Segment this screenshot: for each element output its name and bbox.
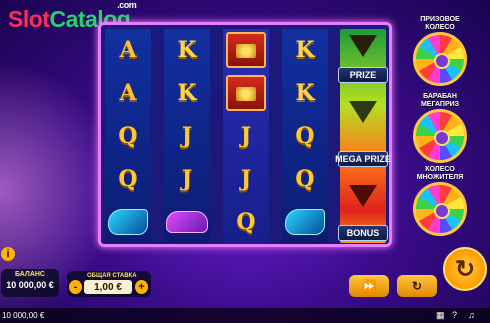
- symbol-K: K: [295, 80, 315, 106]
- symbol-K: K: [177, 80, 197, 106]
- reels-frame: AAQQKKJJJJQKKQQ PRIZE MEGA PRIZE BONUS: [98, 22, 392, 247]
- arrow-down-icon: [349, 101, 377, 123]
- sports-car-icon: [166, 211, 208, 233]
- symbol-J: J: [240, 123, 252, 149]
- bet-value: 1,00 €: [84, 280, 132, 294]
- arrow-down-icon: [349, 185, 377, 207]
- prize-label: PRIZE: [338, 67, 388, 83]
- grid-icon[interactable]: ▦: [436, 310, 445, 321]
- treasure-chest-icon: [226, 32, 266, 68]
- logo-com-text: .com: [117, 0, 137, 10]
- status-bar: 10 000,00 € ▦ ? ♫: [0, 308, 490, 323]
- autoplay-button[interactable]: ↻: [397, 275, 437, 297]
- symbol-J: J: [240, 166, 252, 192]
- balance-panel: БАЛАНС 10 000,00 €: [1, 269, 59, 297]
- bonus-label: BONUS: [338, 225, 388, 241]
- balance-label: БАЛАНС: [15, 271, 45, 278]
- sports-car-symbol: [164, 201, 210, 243]
- symbol-Q: Q: [295, 166, 315, 192]
- fast-forward-icon: ⏩: [361, 279, 377, 293]
- multiplier-wheel: КОЛЕСО МНОЖИТЕЛЯ: [410, 166, 470, 236]
- prize-wheel-icon: [413, 32, 467, 86]
- sound-icon[interactable]: ♫: [468, 310, 475, 320]
- jetski-icon: [108, 209, 148, 235]
- multiplier-wheel-label: КОЛЕСО МНОЖИТЕЛЯ: [416, 166, 464, 181]
- jetski-icon: [285, 209, 325, 235]
- bonus-reel: PRIZE MEGA PRIZE BONUS: [335, 29, 391, 243]
- treasure-chest-symbol: [223, 72, 269, 114]
- treasure-chest-symbol: [223, 29, 269, 71]
- symbol-J: J: [181, 166, 193, 192]
- symbol-K: K: [295, 37, 315, 63]
- spin-button[interactable]: ↻: [443, 247, 487, 291]
- prize-wheel: ПРИЗОВОЕ КОЛЕСО: [410, 16, 470, 86]
- megaprize-wheel-icon: [413, 109, 467, 163]
- arrow-down-icon: [349, 35, 377, 57]
- balance-value: 10 000,00 €: [6, 280, 54, 290]
- symbol-Q: Q: [118, 123, 138, 149]
- reel-2: KKJJ: [164, 29, 210, 243]
- reel-1: AAQQ: [105, 29, 151, 243]
- megaprize-wheel-label: БАРАБАН МЕГАПРИЗ: [420, 93, 460, 108]
- symbol-J: J: [181, 123, 193, 149]
- status-balance: 10 000,00 €: [2, 311, 45, 320]
- jetski-symbol: [282, 201, 328, 243]
- treasure-chest-icon: [226, 75, 266, 111]
- bet-plus-button[interactable]: +: [135, 280, 148, 294]
- reel-4: KKQQ: [282, 29, 328, 243]
- info-button[interactable]: i: [1, 247, 15, 261]
- symbol-K: K: [177, 37, 197, 63]
- prize-wheel-label: ПРИЗОВОЕ КОЛЕСО: [420, 16, 460, 31]
- mega-prize-label: MEGA PRIZE: [335, 151, 391, 167]
- logo-slot-text: Slot: [8, 6, 50, 32]
- jetski-symbol: [105, 201, 151, 243]
- bet-panel: ОБЩАЯ СТАВКА - 1,00 € +: [67, 271, 151, 297]
- turbo-button[interactable]: ⏩: [349, 275, 389, 297]
- symbol-Q: Q: [295, 123, 315, 149]
- bet-label: ОБЩАЯ СТАВКА: [87, 273, 137, 279]
- symbol-Q: Q: [236, 209, 256, 235]
- help-icon[interactable]: ?: [452, 310, 457, 320]
- bet-minus-button[interactable]: -: [69, 280, 82, 294]
- autoplay-icon: ↻: [411, 279, 423, 293]
- symbol-A: A: [119, 37, 137, 63]
- symbol-A: A: [119, 80, 137, 106]
- multiplier-wheel-icon: [413, 182, 467, 236]
- symbol-Q: Q: [118, 166, 138, 192]
- reel-3: JJQ: [223, 29, 269, 243]
- megaprize-wheel: БАРАБАН МЕГАПРИЗ: [410, 93, 470, 163]
- spin-icon: ↻: [454, 255, 476, 283]
